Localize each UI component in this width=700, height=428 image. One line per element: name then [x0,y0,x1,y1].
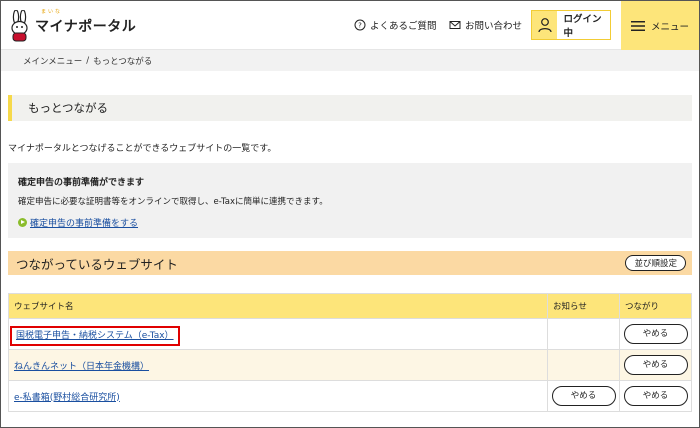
table-header-row: ウェブサイト名 お知らせ つながり [8,293,692,319]
logo-text: マイナポータル [35,19,137,35]
news-cell [547,349,620,381]
site-link-e-shishobako[interactable]: e-私書箱(野村総合研究所) [14,393,120,403]
site-logo[interactable]: まいな マイナポータル [9,8,136,44]
page-description: マイナポータルとつなげることができるウェブサイトの一覧です。 [8,144,277,154]
info-text: 確定申告に必要な証明書等をオンラインで取得し、e-Taxに簡単に連携できます。 [18,197,328,207]
sort-settings-button[interactable]: 並び順設定 [625,255,686,271]
header-connection: つながり [619,293,692,319]
logo-ruby: まいな [41,9,63,15]
tax-prep-info-box: 確定申告の事前準備ができます 確定申告に必要な証明書等をオンラインで取得し、e-… [8,163,692,238]
page-title-box: もっとつながる [8,95,692,121]
site-header: まいな マイナポータル ? よくあるご質問 お問い合わせ ログイン中 メニュー [1,1,699,50]
table-row: ねんきんネット（日本年金機構） やめる [8,349,692,381]
breadcrumb-separator: / [86,55,90,66]
menu-button[interactable]: メニュー [621,1,699,50]
site-name-cell: 国税電子申告・納税システム（e-Tax） [8,318,548,350]
disconnect-button-etax[interactable]: やめる [623,324,688,344]
section-title: つながっているウェブサイト [16,256,178,272]
faq-link[interactable]: ? よくあるご質問 [354,18,437,32]
svg-text:?: ? [358,22,362,30]
contact-link[interactable]: お問い合わせ [449,18,522,32]
tax-prep-link[interactable]: 確定申告の事前準備をする [18,216,138,229]
news-cell [547,318,620,350]
arrow-right-circle-icon [18,218,27,227]
connected-sites-section-header: つながっているウェブサイト 並び順設定 [8,251,692,275]
connection-cell: やめる [619,380,692,412]
connected-sites-table: ウェブサイト名 お知らせ つながり 国税電子申告・納税システム（e-Tax） や… [8,293,692,412]
header-news: お知らせ [547,293,620,319]
user-icon [532,11,558,39]
table-row: e-私書箱(野村総合研究所) やめる やめる [8,380,692,412]
login-status-button[interactable]: ログイン中 [531,10,611,40]
table-row: 国税電子申告・納税システム（e-Tax） やめる [8,318,692,350]
disconnect-button-nenkin[interactable]: やめる [623,355,688,375]
contact-label: お問い合わせ [465,21,523,32]
rabbit-mascot-icon [11,10,28,42]
connection-cell: やめる [619,318,692,350]
connection-cell: やめる [619,349,692,381]
disconnect-button-e-shishobako[interactable]: やめる [623,386,688,406]
site-link-nenkin[interactable]: ねんきんネット（日本年金機構） [14,362,149,372]
site-link-etax[interactable]: 国税電子申告・納税システム（e-Tax） [10,325,180,346]
breadcrumb-current: もっとつながる [93,56,153,67]
site-name-cell: e-私書箱(野村総合研究所) [8,380,548,412]
page-title: もっとつながる [28,101,109,115]
mail-icon [449,21,461,29]
menu-label: メニュー [650,21,689,33]
header-site-name: ウェブサイト名 [8,293,548,319]
question-circle-icon: ? [354,19,366,31]
site-name-cell: ねんきんネット（日本年金機構） [8,349,548,381]
info-title: 確定申告の事前準備ができます [18,178,145,188]
faq-label: よくあるご質問 [370,21,437,32]
stop-news-button-e-shishobako[interactable]: やめる [551,386,616,406]
hamburger-icon [630,20,645,31]
tax-prep-link-label[interactable]: 確定申告の事前準備をする [30,216,138,229]
breadcrumb: メインメニュー / もっとつながる [1,50,699,71]
news-cell: やめる [547,380,620,412]
breadcrumb-home[interactable]: メインメニュー [23,55,82,67]
login-label: ログイン中 [563,14,602,39]
